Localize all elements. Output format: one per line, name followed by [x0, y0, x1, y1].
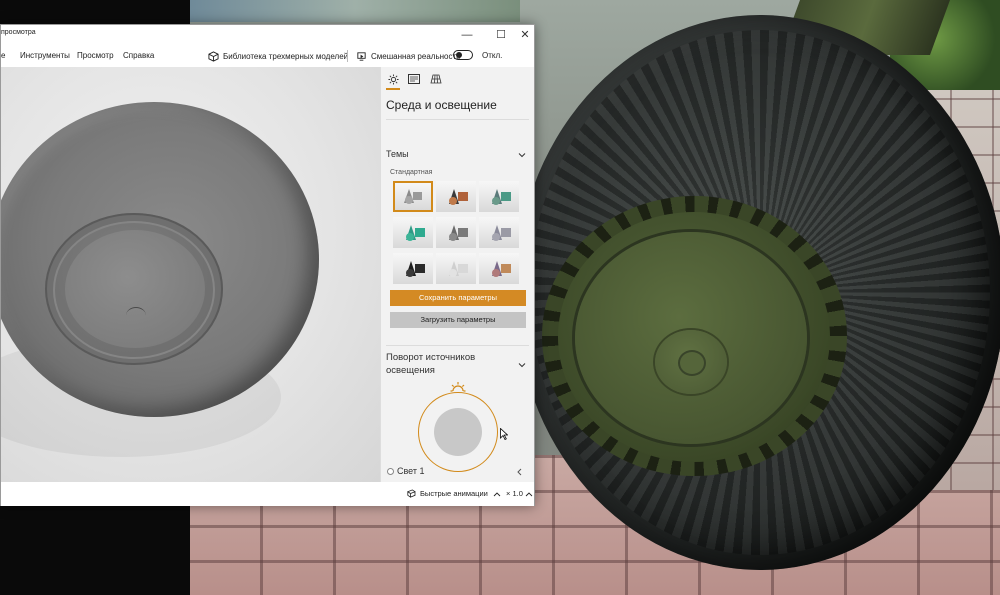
model-hub	[65, 230, 205, 348]
environment-panel: Среда и освещение Темы Стандартная Сохра…	[380, 67, 534, 482]
theme-preview-icon	[492, 189, 511, 205]
chevron-up-icon[interactable]	[525, 491, 533, 497]
title-bar[interactable]: просмотра — ☐ ✕	[1, 25, 534, 45]
theme-preview-icon	[492, 261, 511, 277]
theme-thumbnail[interactable]	[479, 253, 519, 284]
tab-environment[interactable]	[385, 72, 401, 86]
status-bar: Быстрые анимации × 1.0	[1, 482, 534, 506]
light-1-label[interactable]: Свет 1	[397, 466, 425, 476]
theme-preview-icon	[492, 225, 511, 241]
theme-thumbnail[interactable]	[436, 253, 476, 284]
menu-bar: е Инструменты Просмотр Справка Библиотек…	[1, 45, 534, 67]
mixed-reality-toggle[interactable]	[453, 50, 473, 60]
toggle-state-label: Откл.	[482, 51, 503, 60]
active-tab-indicator	[386, 88, 400, 90]
mixed-reality-icon	[357, 51, 366, 61]
photo-hub-nut	[680, 352, 704, 374]
theme-preview-icon	[406, 261, 425, 277]
3d-viewport[interactable]	[1, 67, 380, 482]
3d-library-button[interactable]: Библиотека трехмерных моделей	[208, 49, 348, 63]
theme-thumbnail[interactable]	[479, 181, 519, 212]
mixed-reality-label: Смешанная реальность	[371, 51, 461, 61]
panel-divider	[386, 119, 529, 120]
cube-icon	[208, 50, 219, 62]
light-1-radio[interactable]	[387, 468, 394, 475]
theme-thumbnail[interactable]	[393, 253, 433, 284]
theme-thumbnail[interactable]	[393, 181, 433, 212]
chevron-up-icon	[493, 491, 501, 496]
photo-top-strip	[190, 0, 520, 22]
theme-thumbnail[interactable]	[436, 217, 476, 248]
theme-preview-icon	[449, 225, 468, 241]
theme-preview-icon	[449, 189, 468, 205]
viewer-window: просмотра — ☐ ✕ е Инструменты Просмотр С…	[0, 24, 535, 506]
animation-speed-label[interactable]: × 1.0	[506, 489, 523, 498]
3d-library-label: Библиотека трехмерных моделей	[223, 51, 349, 61]
load-settings-button[interactable]: Загрузить параметры	[390, 312, 526, 328]
sun-icon	[387, 73, 399, 85]
theme-thumbnail[interactable]	[479, 217, 519, 248]
menu-separator	[347, 50, 348, 62]
save-settings-button[interactable]: Сохранить параметры	[390, 290, 526, 306]
chevron-down-icon[interactable]	[518, 151, 526, 159]
menu-tools[interactable]: Инструменты	[20, 51, 70, 60]
menu-view[interactable]: Просмотр	[77, 51, 114, 60]
mouse-cursor-icon	[500, 428, 508, 440]
theme-thumbnail[interactable]	[393, 217, 433, 248]
quick-animations-button[interactable]: Быстрые анимации	[405, 489, 501, 498]
standard-theme-label: Стандартная	[390, 169, 433, 176]
model-hub-hole	[126, 307, 146, 324]
theme-thumbnail[interactable]	[436, 181, 476, 212]
grid-icon	[430, 74, 442, 84]
animation-icon	[406, 489, 416, 498]
light-rotation-sphere[interactable]	[434, 408, 482, 456]
theme-preview-icon	[404, 189, 422, 204]
theme-preview-icon	[449, 261, 468, 277]
close-button[interactable]: ✕	[514, 27, 536, 43]
panel-title: Среда и освещение	[386, 98, 497, 112]
light-source-sun-icon[interactable]	[450, 381, 466, 395]
menu-file[interactable]: е	[1, 51, 5, 60]
section-divider	[386, 345, 529, 346]
chevron-down-icon[interactable]	[518, 361, 526, 369]
minimize-button[interactable]: —	[456, 27, 478, 43]
stats-icon	[408, 74, 420, 84]
themes-heading[interactable]: Темы	[386, 149, 409, 159]
maximize-button[interactable]: ☐	[490, 27, 512, 43]
toggle-knob	[456, 52, 462, 58]
tab-mesh[interactable]	[428, 72, 444, 86]
tab-stats[interactable]	[406, 72, 422, 86]
quick-animations-label: Быстрые анимации	[420, 489, 488, 498]
light-rotation-heading[interactable]: Поворот источников освещения	[386, 351, 496, 377]
menu-help[interactable]: Справка	[123, 51, 154, 60]
window-title: просмотра	[1, 29, 36, 36]
chevron-left-icon[interactable]	[516, 468, 522, 476]
mixed-reality-button[interactable]: Смешанная реальность	[356, 49, 460, 63]
theme-preview-icon	[406, 225, 425, 241]
